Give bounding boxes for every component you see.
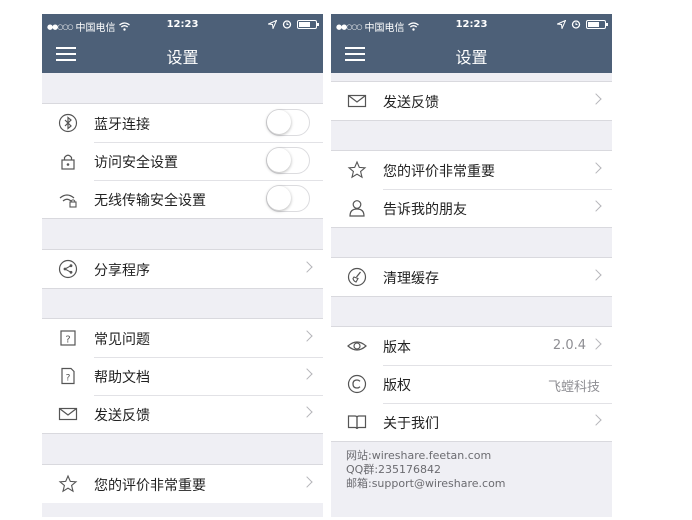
- chevron-right-icon: [590, 93, 602, 105]
- version-value: 2.0.4: [552, 338, 586, 353]
- book-icon: [347, 415, 367, 430]
- feedback-group: 发送反馈: [331, 81, 612, 121]
- clear-cache-row[interactable]: 清理缓存: [331, 258, 612, 296]
- eye-icon: [347, 341, 367, 351]
- rate-label: 您的评价非常重要: [94, 478, 206, 494]
- lock-icon: [61, 154, 75, 170]
- battery-icon: [297, 19, 319, 29]
- bluetooth-toggle[interactable]: [266, 109, 310, 136]
- chevron-right-icon: [590, 162, 602, 174]
- phone-screen-left: ●●○○○ 中国电信 12:23 设置 蓝牙连接 访问安全设置 无线传输安全设置…: [42, 14, 323, 517]
- rate-row[interactable]: 您的评价非常重要: [42, 465, 323, 503]
- copyright-icon: [347, 374, 367, 394]
- access-security-label: 访问安全设置: [94, 155, 178, 171]
- rate-row[interactable]: 您的评价非常重要: [331, 151, 612, 189]
- faq-label: 常见问题: [94, 332, 150, 348]
- page-title: 设置: [166, 48, 199, 67]
- broom-icon: [347, 267, 367, 287]
- battery-icon: [586, 19, 608, 29]
- help-doc-label: 帮助文档: [94, 370, 150, 386]
- chevron-right-icon: [301, 476, 313, 488]
- chevron-right-icon: [590, 338, 602, 350]
- feedback-row[interactable]: 发送反馈: [42, 395, 323, 433]
- rate-label: 您的评价非常重要: [383, 164, 495, 180]
- page-title: 设置: [455, 48, 488, 67]
- chevron-right-icon: [301, 368, 313, 380]
- wifi-lock-icon: [59, 194, 77, 208]
- website-text: 网站:wireshare.feetan.com: [346, 449, 492, 462]
- share-group: 分享程序: [42, 249, 323, 289]
- wireless-security-label: 无线传输安全设置: [94, 193, 206, 209]
- person-icon: [349, 200, 365, 217]
- help-doc-row[interactable]: ? 帮助文档: [42, 357, 323, 395]
- faq-row[interactable]: ? 常见问题: [42, 319, 323, 357]
- version-label: 版本: [383, 340, 411, 356]
- chevron-right-icon: [301, 406, 313, 418]
- tell-friends-label: 告诉我的朋友: [383, 202, 467, 218]
- feedback-label: 发送反馈: [383, 95, 439, 111]
- tell-friends-row[interactable]: 告诉我的朋友: [331, 189, 612, 227]
- feedback-row[interactable]: 发送反馈: [331, 82, 612, 120]
- mail-icon: [58, 407, 78, 421]
- version-row[interactable]: 版本 2.0.4: [331, 327, 612, 365]
- cache-group: 清理缓存: [331, 257, 612, 297]
- help-doc-icon: ?: [61, 367, 75, 385]
- status-bar: ●●○○○ 中国电信 12:23: [42, 14, 323, 36]
- share-label: 分享程序: [94, 263, 150, 279]
- social-group: 您的评价非常重要 告诉我的朋友: [331, 150, 612, 228]
- about-group: 版本 2.0.4 版权 飞螳科技 关于我们: [331, 326, 612, 442]
- bluetooth-row: 蓝牙连接: [42, 104, 323, 142]
- star-icon: [58, 474, 78, 493]
- wireless-security-row: 无线传输安全设置: [42, 180, 323, 218]
- phone-screen-right: ●●○○○ 中国电信 12:23 设置 发送反馈 您的评价非常重要 告诉我的朋友…: [331, 14, 612, 517]
- feedback-label: 发送反馈: [94, 408, 150, 424]
- bluetooth-icon: [58, 113, 78, 133]
- qq-group-text: QQ群:235176842: [346, 463, 442, 476]
- share-row[interactable]: 分享程序: [42, 250, 323, 288]
- location-icon: [268, 19, 277, 29]
- chevron-right-icon: [301, 261, 313, 273]
- location-icon: [557, 19, 566, 29]
- contact-info: 网站:wireshare.feetan.com QQ群:235176842 邮箱…: [346, 449, 506, 491]
- about-us-label: 关于我们: [383, 416, 439, 432]
- chevron-right-icon: [590, 200, 602, 212]
- bluetooth-label: 蓝牙连接: [94, 117, 150, 133]
- chevron-right-icon: [301, 330, 313, 342]
- about-us-row[interactable]: 关于我们: [331, 403, 612, 441]
- access-security-toggle[interactable]: [266, 147, 310, 174]
- chevron-right-icon: [590, 414, 602, 426]
- alarm-icon: [282, 20, 292, 29]
- copyright-row: 版权 飞螳科技: [331, 365, 612, 403]
- rate-group: 您的评价非常重要: [42, 464, 323, 503]
- access-security-row: 访问安全设置: [42, 142, 323, 180]
- chevron-right-icon: [590, 269, 602, 281]
- clear-cache-label: 清理缓存: [383, 271, 439, 287]
- svg-text:?: ?: [66, 374, 71, 384]
- wireless-security-toggle[interactable]: [266, 185, 310, 212]
- star-icon: [347, 160, 367, 179]
- nav-bar: 设置: [331, 36, 612, 73]
- alarm-icon: [571, 20, 581, 29]
- copyright-label: 版权: [383, 378, 411, 394]
- security-group: 蓝牙连接 访问安全设置 无线传输安全设置: [42, 103, 323, 219]
- share-icon: [58, 259, 78, 279]
- email-text: 邮箱:support@wireshare.com: [346, 477, 506, 490]
- copyright-value: 飞螳科技: [547, 380, 600, 395]
- mail-icon: [347, 94, 367, 108]
- question-icon: ?: [60, 330, 76, 346]
- status-bar: ●●○○○ 中国电信 12:23: [331, 14, 612, 36]
- svg-text:?: ?: [65, 335, 70, 346]
- help-group: ? 常见问题 ? 帮助文档 发送反馈: [42, 318, 323, 434]
- nav-bar: 设置: [42, 36, 323, 73]
